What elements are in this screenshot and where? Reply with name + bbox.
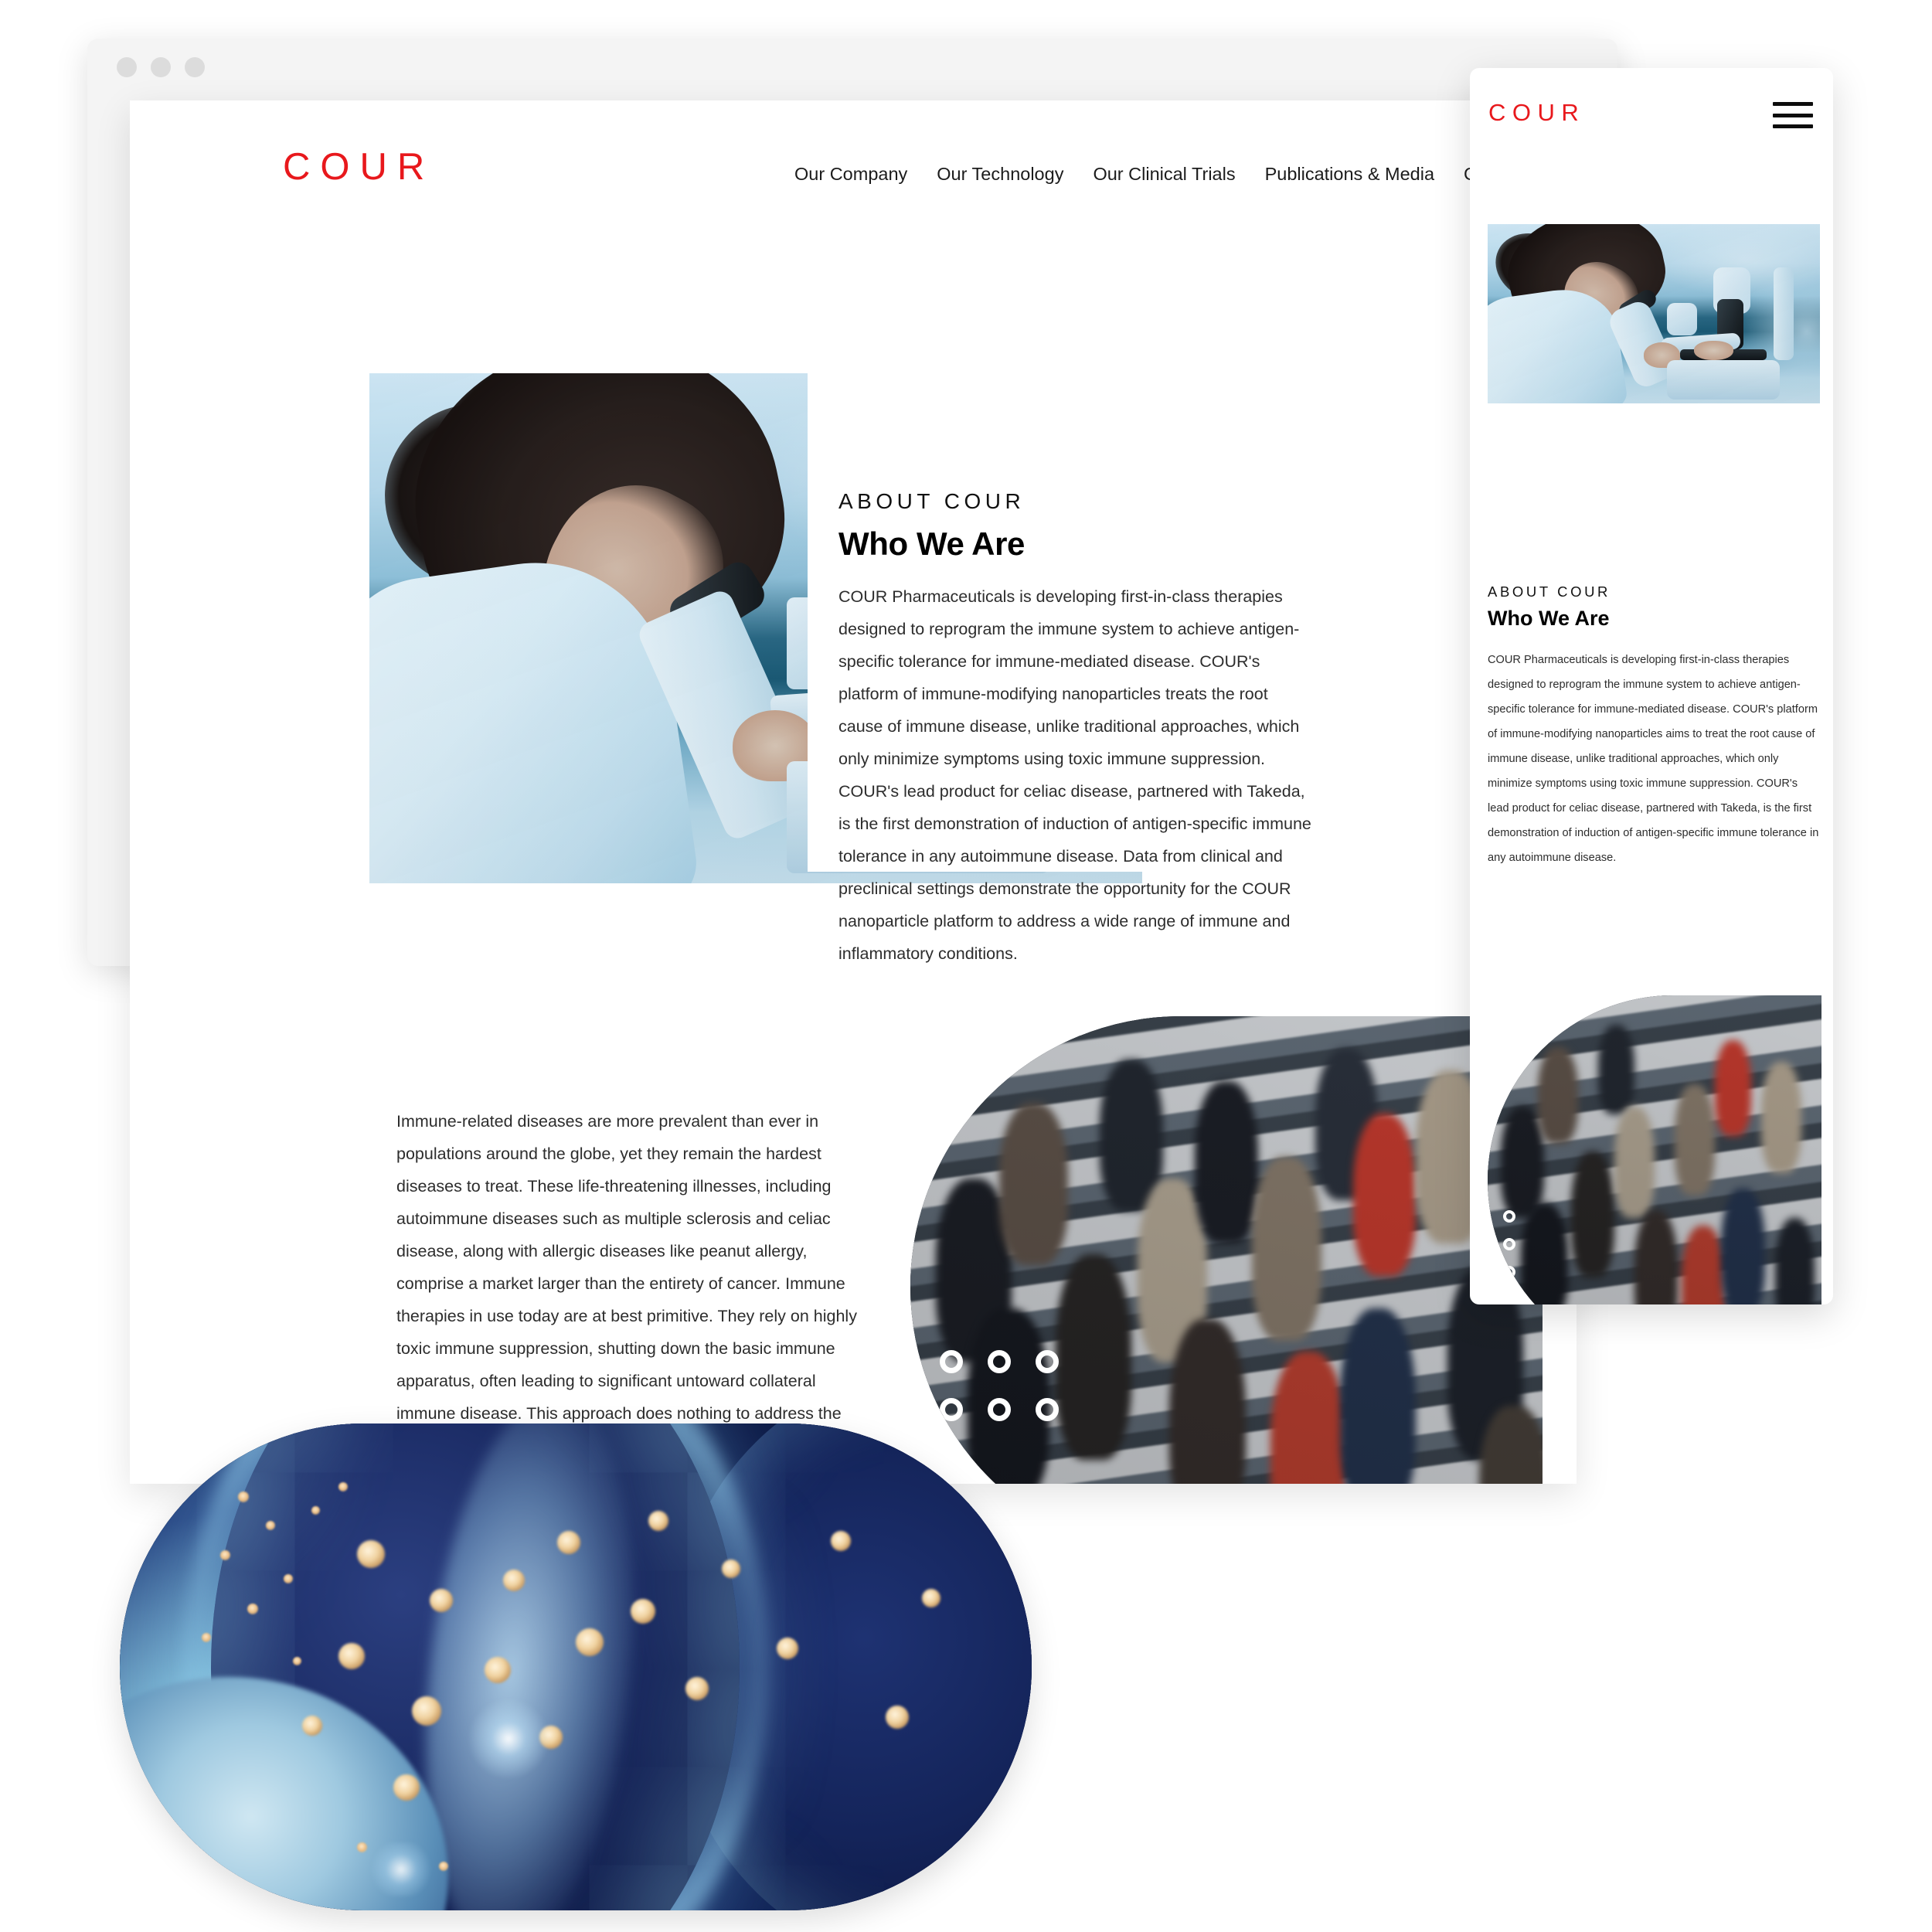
hamburger-menu-icon[interactable] <box>1773 102 1813 128</box>
crowd-crosswalk-image <box>910 1016 1543 1484</box>
nav-item-publications-media[interactable]: Publications & Media <box>1265 164 1434 185</box>
ring-dot-icon <box>1503 1238 1515 1250</box>
ring-dot-icon <box>1036 1350 1059 1373</box>
about-content-card: ABOUT COUR Who We Are COUR Pharmaceutica… <box>808 346 1577 963</box>
nanoparticle <box>356 1540 385 1569</box>
mobile-about-eyebrow: ABOUT COUR <box>1488 583 1611 600</box>
close-window-button[interactable] <box>117 56 137 77</box>
minimize-window-button[interactable] <box>151 56 171 77</box>
mobile-scientist-microscope-image <box>1488 224 1820 403</box>
hamburger-bar <box>1773 102 1813 106</box>
nav-item-our-company[interactable]: Our Company <box>794 164 907 185</box>
maximize-window-button[interactable] <box>185 56 205 77</box>
nanoparticle-small <box>202 1632 212 1642</box>
nanoparticle-cell-image <box>120 1423 1032 1910</box>
main-navigation: Our Company Our Technology Our Clinical … <box>794 164 1529 185</box>
nanoparticle-small <box>439 1862 448 1871</box>
ring-dot-icon <box>988 1398 1011 1421</box>
about-headline: Who We Are <box>838 526 1026 562</box>
nav-item-our-technology[interactable]: Our Technology <box>937 164 1063 185</box>
mobile-cour-logo[interactable]: COUR <box>1488 99 1585 127</box>
about-body-text: COUR Pharmaceuticals is developing first… <box>838 587 1311 963</box>
ring-dot-icon <box>1503 1266 1515 1278</box>
nanoparticle-sparkle <box>366 1842 436 1896</box>
nanoparticle <box>557 1530 581 1554</box>
ring-dot-icon <box>940 1398 963 1421</box>
mobile-crowd-tint <box>1488 995 1821 1304</box>
cell-scene-art <box>120 1423 1032 1910</box>
desktop-website-preview: COUR Our Company Our Technology Our Clin… <box>130 100 1577 1484</box>
nanoparticle-small <box>311 1506 320 1515</box>
ring-dot-icon <box>1036 1398 1059 1421</box>
mobile-lab-blue-tint <box>1488 224 1820 403</box>
about-eyebrow: ABOUT COUR <box>838 489 1026 513</box>
browser-chrome-bar <box>87 39 1617 95</box>
hamburger-bar <box>1773 124 1813 128</box>
nanoparticle <box>411 1696 441 1726</box>
mobile-lab-scene-art <box>1488 224 1820 403</box>
mobile-about-body-text: COUR Pharmaceuticals is developing first… <box>1488 654 1819 864</box>
ring-dot-icon <box>988 1350 1011 1373</box>
mobile-crowd-crosswalk-image <box>1488 995 1821 1304</box>
mobile-decorative-ring-dots <box>1503 1210 1531 1294</box>
nanoparticle <box>776 1638 798 1660</box>
window-traffic-lights <box>117 56 205 77</box>
mobile-about-headline: Who We Are <box>1488 607 1610 630</box>
nanoparticle <box>338 1642 366 1669</box>
hamburger-bar <box>1773 113 1813 117</box>
screenshot-canvas: COUR Our Company Our Technology Our Clin… <box>0 0 1932 1932</box>
nanoparticle-small <box>219 1549 230 1560</box>
ring-dot-icon <box>1503 1210 1515 1223</box>
nanoparticle <box>630 1598 655 1624</box>
nanoparticle <box>502 1570 525 1591</box>
nanoparticle <box>831 1530 852 1551</box>
mobile-crowd-scene-art <box>1488 995 1821 1304</box>
nanoparticle-small <box>265 1521 275 1530</box>
mobile-website-preview: COUR ABOUT COUR Who We Are COUR Pharmace… <box>1470 68 1833 1304</box>
nanoparticle <box>685 1676 709 1700</box>
cour-logo[interactable]: COUR <box>283 145 434 189</box>
nav-item-our-clinical-trials[interactable]: Our Clinical Trials <box>1093 164 1235 185</box>
nanoparticle-sparkle <box>466 1696 552 1781</box>
nanoparticle <box>393 1774 420 1801</box>
nanoparticle <box>302 1716 322 1736</box>
ring-dot-icon <box>940 1350 963 1373</box>
nanoparticle-small <box>338 1481 349 1492</box>
nanoparticle <box>576 1628 604 1656</box>
